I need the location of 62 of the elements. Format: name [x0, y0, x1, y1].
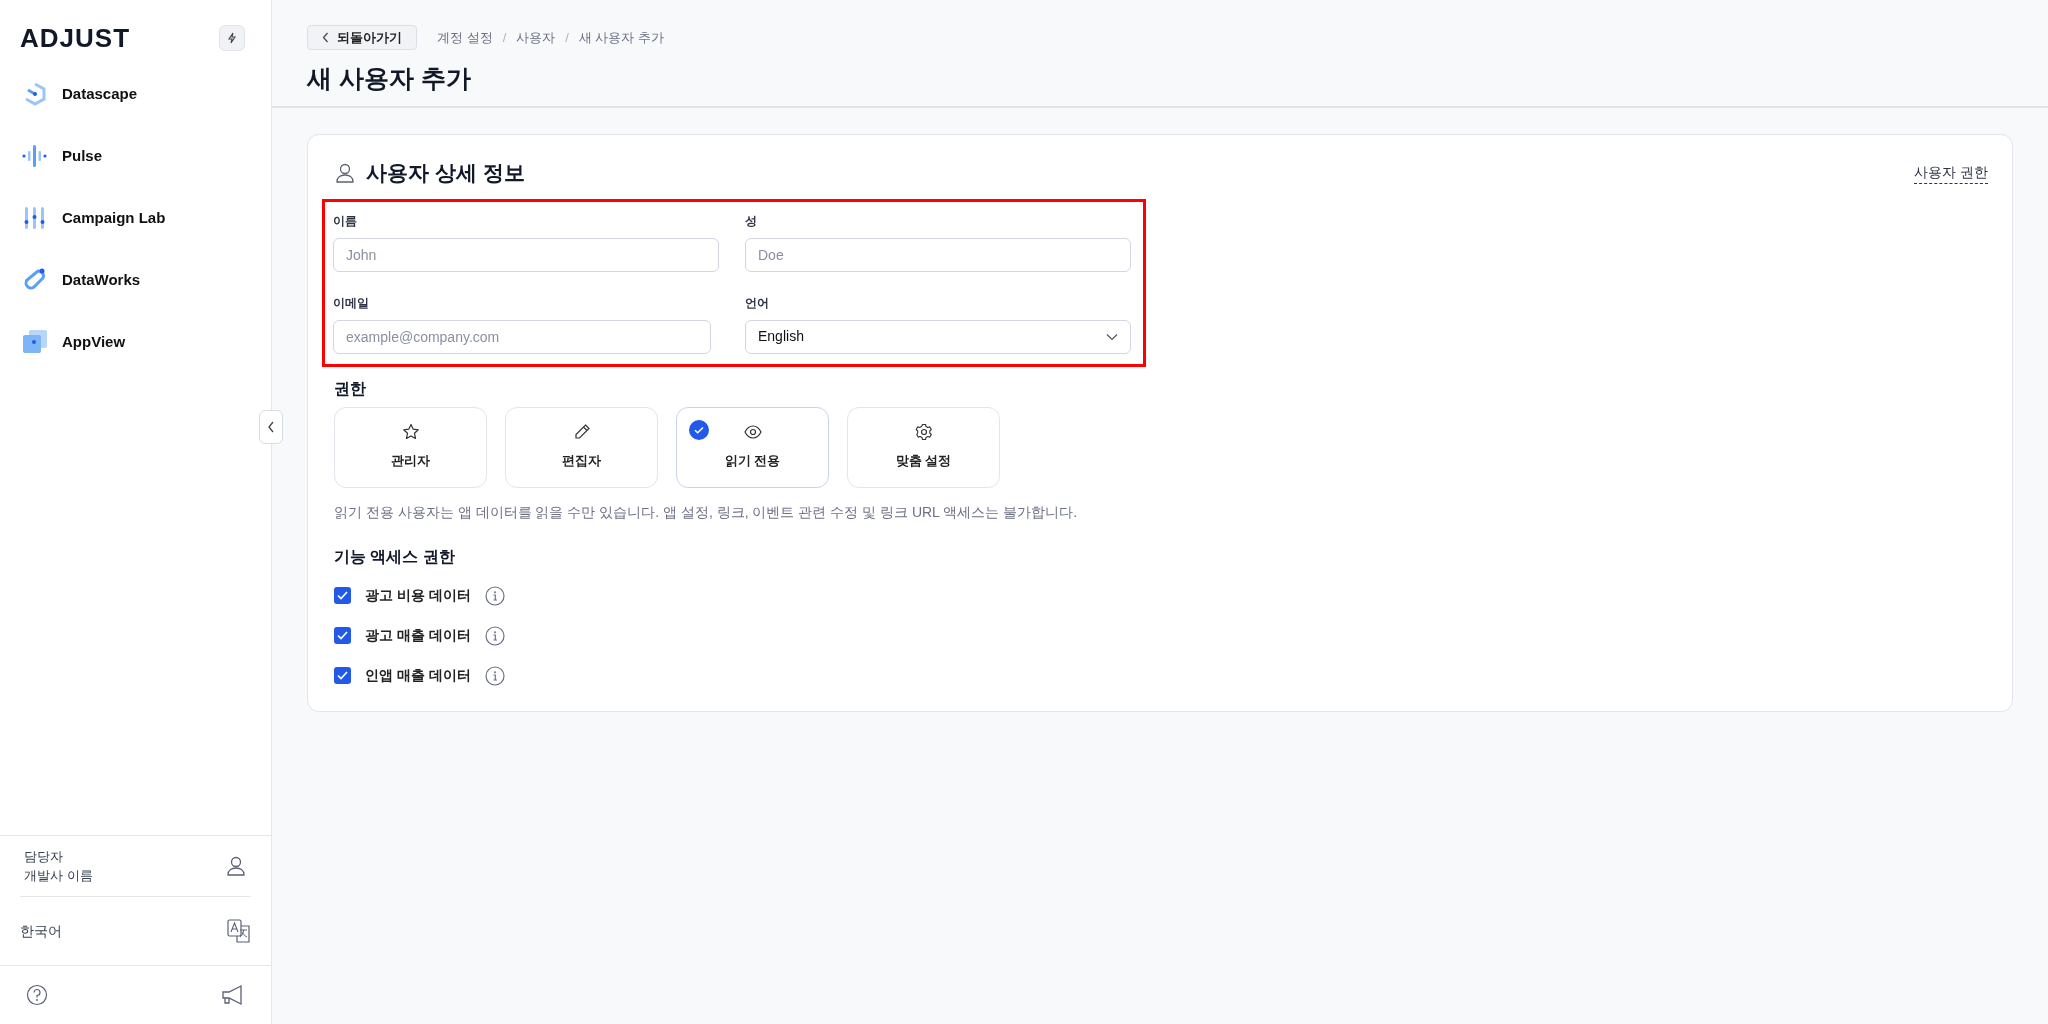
nav-item[interactable]: Pulse — [62, 144, 103, 168]
breadcrumb-separator: / — [502, 28, 507, 47]
info-icon[interactable] — [484, 665, 505, 686]
role-option[interactable]: 관리자 — [334, 406, 487, 488]
breadcrumb-link[interactable]: 새 사용자 추가 — [578, 27, 665, 48]
input-field[interactable]: John — [333, 237, 719, 272]
lightning-button[interactable] — [219, 25, 245, 51]
field-label: 이메일 — [333, 294, 370, 312]
checkbox-label: 광고 비용 데이터 — [365, 586, 471, 605]
megaphone-icon[interactable] — [221, 984, 245, 1006]
field-label: 이름 — [333, 212, 358, 230]
role-description: 읽기 전용 사용자는 앱 데이터를 읽을 수만 있습니다. 앱 설정, 링크, 이벤트 관련 수정 및 링크 URL 액세스는 불가합니다. — [334, 502, 1079, 522]
chevron-left-icon — [267, 421, 275, 433]
language-label[interactable]: 한국어 — [20, 920, 62, 942]
translate-icon[interactable] — [227, 919, 251, 943]
chevron-down-icon — [1106, 332, 1118, 341]
section-heading: 권한 — [334, 378, 367, 399]
lightning-icon — [226, 32, 238, 44]
nav-item[interactable]: Campaign Lab — [62, 206, 166, 230]
user-permissions-link[interactable]: 사용자 권한 — [1914, 161, 1988, 184]
language-select[interactable]: English — [745, 319, 1131, 354]
nav-item[interactable]: DataWorks — [62, 268, 141, 292]
breadcrumb-link[interactable]: 사용자 — [516, 27, 556, 48]
field-label: 성 — [745, 212, 758, 230]
section-heading: 기능 액세스 권한 — [334, 546, 456, 567]
chevron-left-icon — [322, 32, 329, 43]
check-icon — [337, 631, 348, 640]
check-icon — [337, 671, 348, 680]
settings-icon — [914, 423, 933, 442]
account-role: 담당자 — [24, 848, 64, 866]
checkbox[interactable] — [334, 667, 351, 684]
checkbox-label: 인앱 매출 데이터 — [365, 666, 471, 685]
info-icon[interactable] — [484, 625, 505, 646]
pencil-icon — [572, 423, 591, 442]
check-icon — [337, 591, 348, 600]
info-icon[interactable] — [484, 585, 505, 606]
role-option[interactable]: 맞춤 설정 — [847, 406, 1000, 488]
breadcrumb-link[interactable]: 계정 설정 — [437, 27, 493, 48]
role-option[interactable]: 읽기 전용 — [676, 406, 829, 488]
nav-item[interactable]: AppView — [62, 330, 126, 354]
section-title: 사용자 상세 정보 — [366, 160, 525, 186]
input-field[interactable]: example@company.com — [333, 319, 711, 354]
input-field[interactable]: Doe — [745, 237, 1131, 272]
adjust-logo[interactable]: ADJUST — [20, 18, 130, 58]
eye-icon — [743, 423, 762, 442]
star-icon — [401, 423, 420, 442]
user-icon — [334, 161, 356, 184]
appview-app-icon — [22, 329, 48, 355]
nav-item[interactable]: Datascape — [62, 82, 138, 106]
checkbox[interactable] — [334, 587, 351, 604]
account-name: 개발사 이름 — [24, 867, 93, 885]
back-button[interactable]: 되돌아가기 — [307, 25, 417, 50]
checkbox[interactable] — [334, 627, 351, 644]
user-icon[interactable] — [225, 855, 247, 877]
page-title: 새 사용자 추가 — [307, 63, 472, 94]
pulse-app-icon — [22, 143, 48, 169]
check-badge-icon — [689, 419, 709, 440]
field-label: 언어 — [745, 294, 770, 312]
checkbox-label: 광고 매출 데이터 — [365, 626, 471, 645]
role-option[interactable]: 편집자 — [505, 406, 658, 488]
help-icon[interactable] — [26, 984, 48, 1006]
breadcrumb-separator: / — [565, 28, 569, 47]
